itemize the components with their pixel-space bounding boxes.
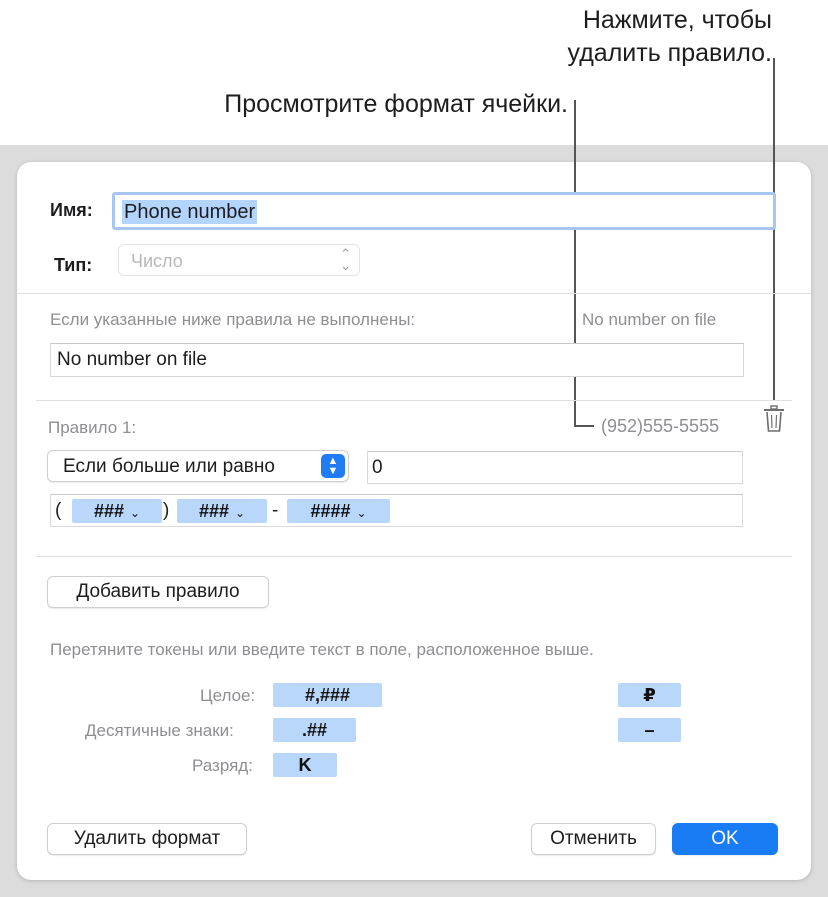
rule-preview: (952)555-5555 (601, 416, 720, 436)
add-rule-button[interactable]: Добавить правило (47, 576, 269, 608)
token-area-code-label: ### (93, 501, 124, 521)
name-input[interactable]: Phone number (112, 192, 776, 230)
chevron-up-down-icon: ⌃ ⌄ (340, 246, 351, 273)
rule-value-input[interactable]: 0 (367, 451, 743, 484)
divider-rule-top (36, 400, 792, 401)
token-line-number-label: #### (310, 501, 351, 521)
chevron-down-icon: ⌄ (356, 506, 367, 520)
fallback-preview: No number on file (582, 310, 717, 329)
type-select: Число ⌃ ⌄ (118, 244, 360, 276)
name-label: Имя: (50, 200, 93, 220)
callout-delete-rule-line1: Нажмите, чтобы (582, 6, 772, 34)
cancel-button[interactable]: Отменить (531, 823, 656, 855)
token-line-number[interactable]: #### ⌄ (287, 499, 390, 523)
format-text-dash: - (272, 500, 279, 521)
format-text-open-paren: ( (55, 500, 62, 521)
rule-condition-value: Если больше или равно (63, 456, 275, 477)
trash-icon[interactable] (763, 405, 785, 433)
fallback-label: Если указанные ниже правила не выполнены… (50, 310, 416, 329)
name-input-value: Phone number (122, 200, 258, 224)
type-select-value: Число (131, 251, 183, 271)
rule-format-field[interactable]: ( ### ⌄ ) ### ⌄ - #### ⌄ (50, 494, 743, 527)
rule-value-input-value: 0 (372, 457, 383, 478)
format-text-close-paren: ) (163, 500, 170, 521)
callout-delete-rule: Нажмите, чтобы удалить правило. (520, 4, 772, 70)
decimals-label: Десятичные знаки: (85, 721, 234, 740)
token-prefix-label: ### (198, 501, 229, 521)
rule-condition-select[interactable]: Если больше или равно ▲ ▼ (47, 450, 349, 482)
scale-label: Разряд: (192, 756, 253, 775)
fallback-input-value: No number on file (57, 349, 207, 370)
minus-token[interactable]: – (618, 718, 681, 742)
token-prefix[interactable]: ### ⌄ (177, 499, 267, 523)
callout-view-format: Просмотрите формат ячейки. (224, 90, 568, 118)
rule-title: Правило 1: (48, 418, 137, 437)
fallback-input[interactable]: No number on file (50, 343, 744, 377)
currency-token[interactable]: ₽ (618, 683, 681, 707)
scale-token[interactable]: K (273, 753, 337, 777)
divider-rule-bottom (36, 556, 792, 557)
divider-top (17, 293, 811, 294)
callout-format-line-horizontal (574, 425, 594, 427)
chevron-down-icon: ⌄ (129, 506, 141, 520)
token-area-code[interactable]: ### ⌄ (72, 499, 162, 523)
type-label: Тип: (54, 255, 93, 275)
chevron-down-icon: ⌄ (234, 506, 246, 520)
token-instruction: Перетяните токены или введите текст в по… (50, 640, 594, 659)
integer-token[interactable]: #,### (273, 683, 382, 707)
chevron-up-down-icon: ▲ ▼ (321, 454, 345, 478)
callout-delete-rule-line2: удалить правило. (567, 39, 772, 67)
delete-format-button[interactable]: Удалить формат (47, 823, 247, 855)
ok-button[interactable]: OK (672, 823, 778, 855)
integer-label: Целое: (200, 686, 256, 705)
callout-format-line-vertical (574, 100, 576, 426)
decimals-token[interactable]: .## (273, 718, 356, 742)
